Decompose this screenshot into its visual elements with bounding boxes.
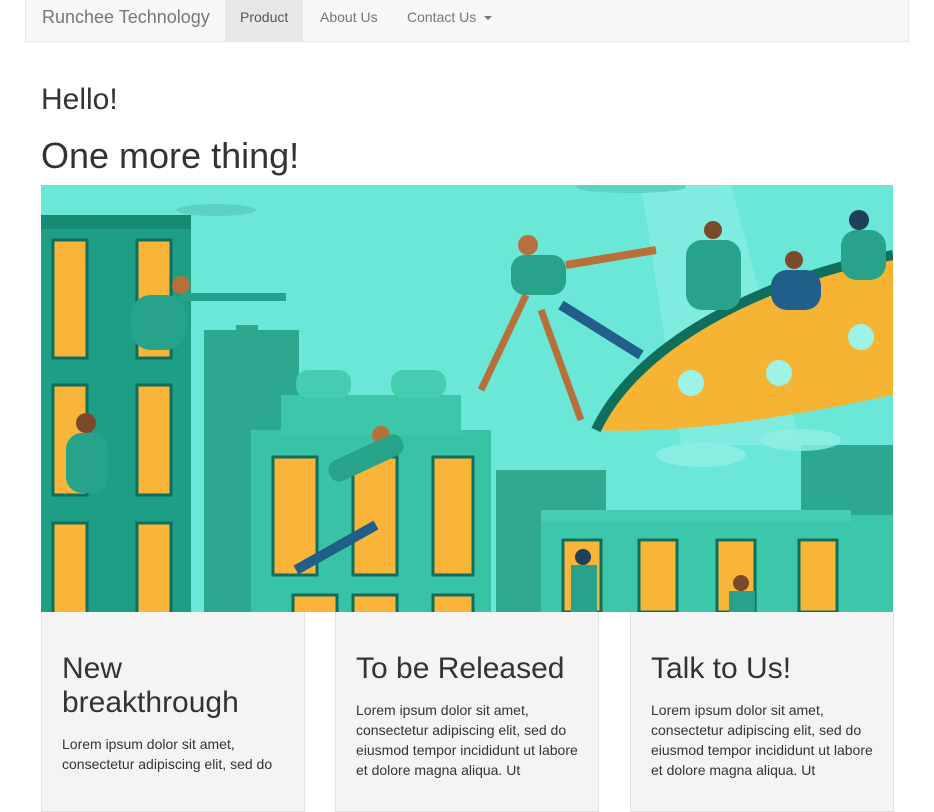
caret-down-icon bbox=[484, 16, 493, 21]
card-body: Lorem ipsum dolor sit amet, consectetur … bbox=[62, 736, 273, 772]
feature-card-new-breakthrough: New breakthrough Lorem ipsum dolor sit a… bbox=[41, 612, 305, 812]
feature-card-to-be-released: To be Released Lorem ipsum dolor sit ame… bbox=[335, 612, 599, 812]
nav-item-product-label: Product bbox=[240, 9, 289, 25]
nav-item-contact-us[interactable]: Contact Us bbox=[392, 0, 507, 41]
card-body: Lorem ipsum dolor sit amet, consectetur … bbox=[356, 702, 578, 778]
feature-card-talk-to-us: Talk to Us! Lorem ipsum dolor sit amet, … bbox=[630, 612, 894, 812]
city-illustration-image bbox=[41, 185, 893, 612]
card-title: Talk to Us! bbox=[651, 652, 792, 685]
tagline-heading: One more thing! bbox=[41, 135, 300, 176]
card-title: To be Released bbox=[356, 652, 565, 685]
nav-item-product[interactable]: Product bbox=[225, 0, 304, 41]
navbar: Runchee Technology Product About Us Cont… bbox=[25, 0, 909, 42]
card-body: Lorem ipsum dolor sit amet, consectetur … bbox=[651, 702, 873, 778]
greeting-heading: Hello! bbox=[41, 83, 118, 116]
nav-item-contact-us-label: Contact Us bbox=[407, 9, 477, 25]
nav-item-about-us-label: About Us bbox=[320, 9, 378, 25]
card-title: New breakthrough bbox=[62, 652, 239, 719]
hero-illustration bbox=[41, 185, 893, 612]
nav-item-about-us[interactable]: About Us bbox=[305, 0, 393, 41]
brand-link[interactable]: Runchee Technology bbox=[42, 0, 210, 41]
